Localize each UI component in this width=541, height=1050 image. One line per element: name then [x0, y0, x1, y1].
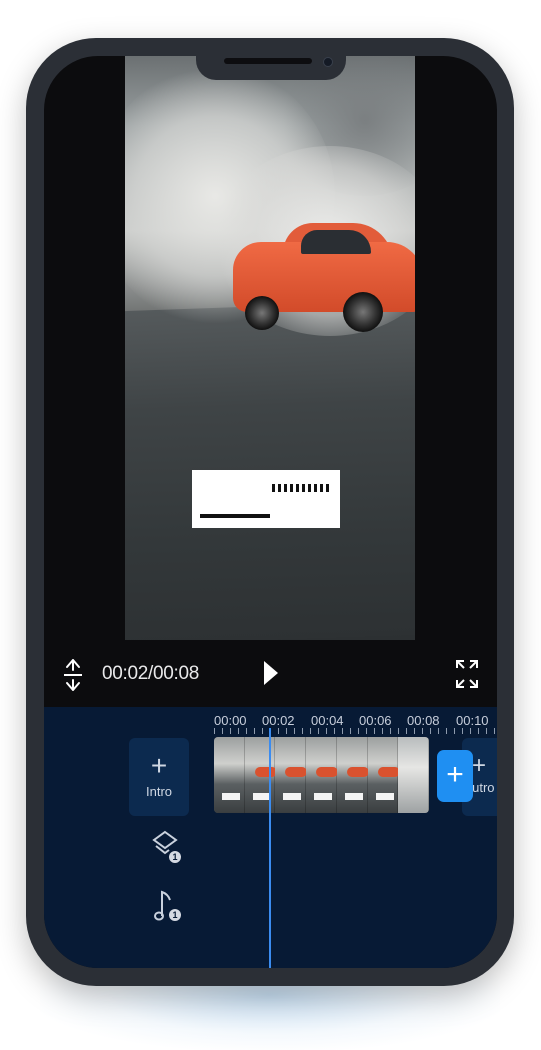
music-count-badge: 1	[169, 909, 181, 921]
music-icon[interactable]	[154, 888, 176, 927]
add-clip-button[interactable]: +	[437, 750, 473, 802]
overlay-text-line	[272, 484, 332, 492]
timeline-tick: 00:02	[262, 713, 295, 728]
timeline-tick: 00:06	[359, 713, 392, 728]
car-window	[301, 230, 371, 254]
front-camera	[323, 57, 333, 67]
plus-icon: +	[472, 752, 487, 779]
clip-thumbnail	[336, 737, 369, 813]
plus-icon: +	[150, 750, 168, 781]
text-overlay[interactable]	[192, 470, 340, 528]
video-preview[interactable]	[125, 56, 415, 640]
clip-thumbnail	[367, 737, 400, 813]
clip-thumbnail	[306, 737, 339, 813]
layer-count-badge: 1	[169, 851, 181, 863]
video-clip-strip[interactable]	[214, 737, 429, 813]
timeline-tick: 00:04	[311, 713, 344, 728]
time-display: 00:02/00:08	[102, 663, 200, 684]
intro-button[interactable]: + Intro	[129, 738, 189, 816]
timeline-tick: 00:08	[407, 713, 440, 728]
timeline-tick: 00:10	[456, 713, 489, 728]
app-screen: 00:02/00:08 00:00 00:02 00:04 00:06 00:0…	[44, 56, 497, 968]
vertical-resize-icon[interactable]	[62, 658, 84, 697]
fullscreen-icon[interactable]	[454, 658, 480, 695]
play-icon[interactable]	[262, 659, 280, 692]
timeline-ruler[interactable]	[214, 728, 497, 734]
phone-speaker	[224, 58, 312, 64]
playhead[interactable]	[269, 728, 271, 968]
car-wheel	[245, 296, 279, 330]
clip-thumbnail	[214, 737, 245, 813]
intro-label: Intro	[145, 784, 172, 799]
clip-thumbnail	[398, 737, 429, 813]
overlay-text-line	[200, 514, 270, 518]
car-wheel	[343, 292, 383, 332]
clip-thumbnail	[275, 737, 308, 813]
timeline-tick: 00:00	[214, 713, 247, 728]
